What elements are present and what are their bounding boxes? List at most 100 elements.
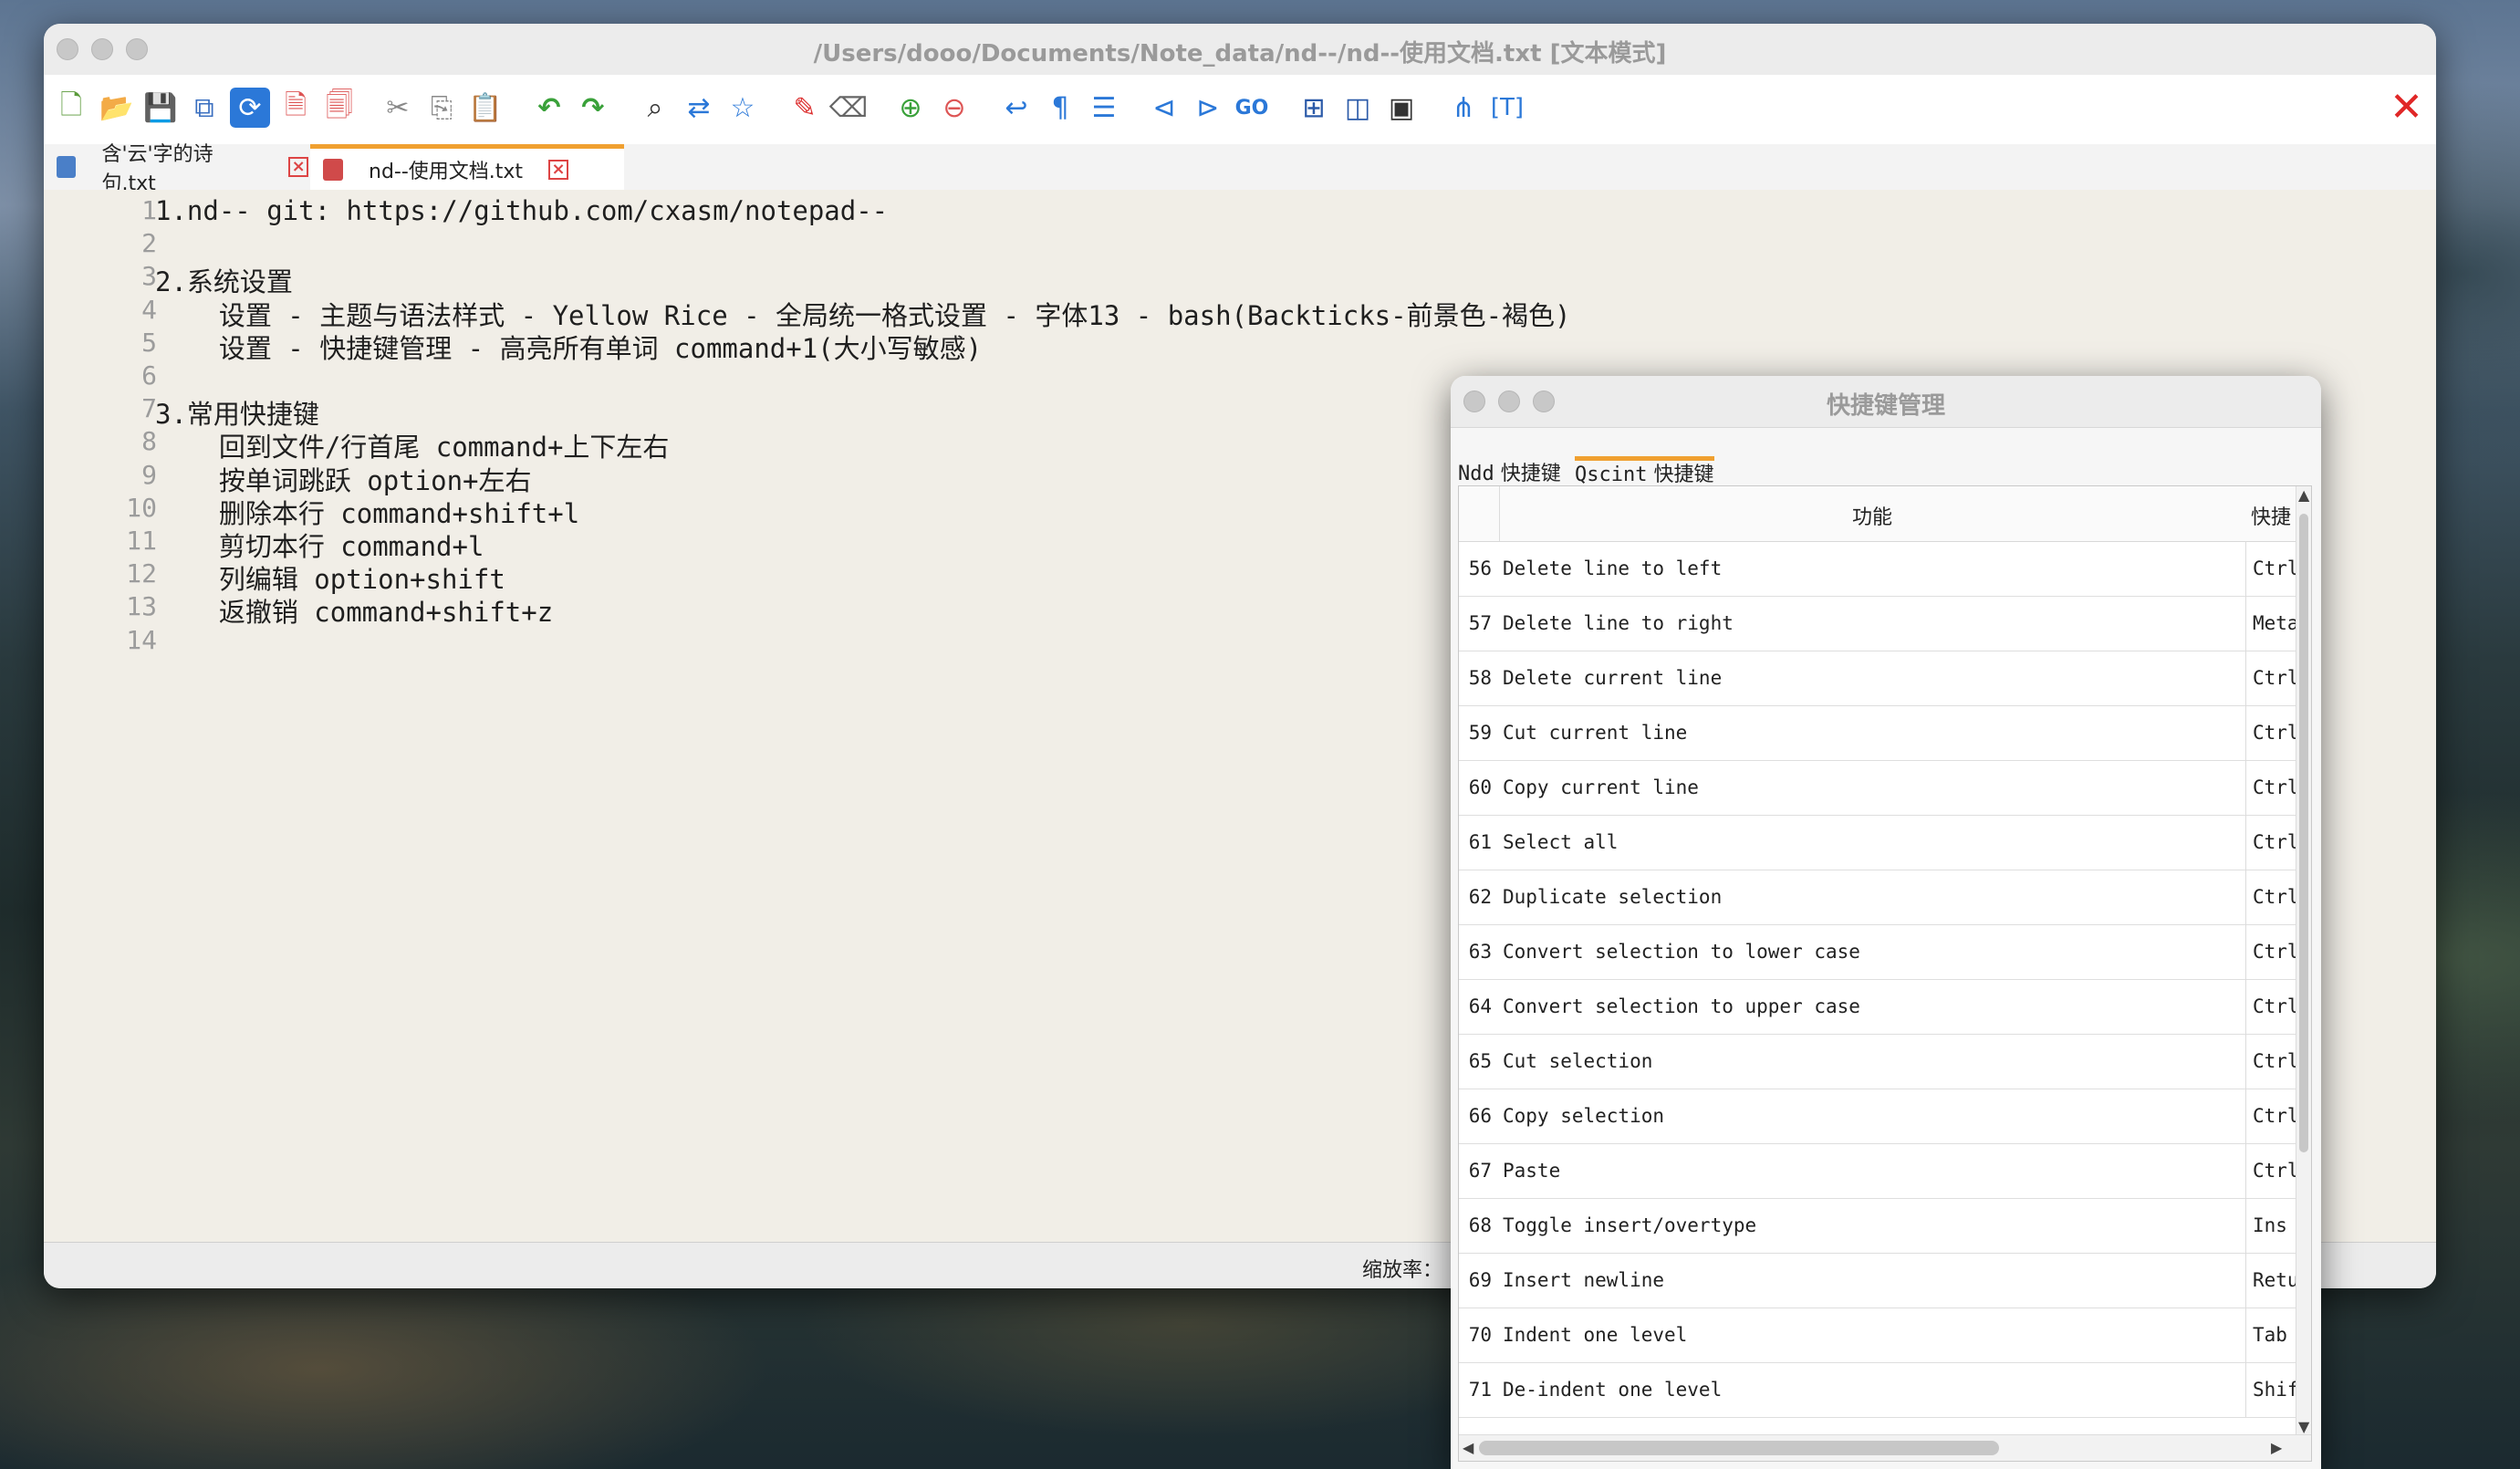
row-shortcut[interactable]: Meta+K	[2253, 612, 2298, 634]
tab-close-icon[interactable]: ×	[288, 157, 308, 177]
table-row[interactable]: 60 Copy current line Ctrl+Shift	[1459, 760, 2298, 816]
column-divider	[2245, 1308, 2246, 1362]
row-shortcut[interactable]: Ctrl+A	[2253, 831, 2298, 853]
tab-poems[interactable]: 含'云'字的诗句.txt ×	[44, 143, 308, 195]
code-line: 返撤销 command+shift+z	[155, 597, 554, 629]
table-row[interactable]: 57 Delete line to right Meta+K	[1459, 596, 2298, 651]
row-shortcut[interactable]: Shift+Tab	[2253, 1379, 2298, 1401]
column-header-function[interactable]: 功能	[1499, 501, 2245, 530]
eraser-icon[interactable]: ⌫	[828, 88, 869, 128]
close-icon[interactable]: ✕	[2390, 88, 2423, 128]
tab-bar: 含'云'字的诗句.txt × nd--使用文档.txt ×	[44, 143, 2436, 195]
table-row[interactable]: 71 De-indent one level Shift+Tab	[1459, 1362, 2298, 1418]
horizontal-scrollbar[interactable]: ◀ ▶	[1459, 1434, 2311, 1461]
column-divider	[2245, 760, 2246, 815]
column-divider	[2245, 815, 2246, 870]
toolbar: 🗋 📂 💾 ⧉ ⟳ 🗎 🗐 ✂ ⎘ 📋 ↶ ↷ ⌕ ⇄ ☆ ✎ ⌫ ⊕ ⊖ ↩ …	[44, 75, 2436, 144]
line-number: 10	[126, 492, 157, 523]
close-file-icon[interactable]: 🗎	[276, 88, 316, 128]
line-number: 1	[141, 195, 157, 225]
close-all-icon[interactable]: 🗐	[319, 88, 359, 128]
table-row[interactable]: 56 Delete line to left Ctrl+Shift	[1459, 541, 2298, 597]
row-shortcut[interactable]: Tab	[2253, 1324, 2298, 1346]
row-shortcut[interactable]: Ctrl+U	[2253, 941, 2298, 963]
open-folder-icon[interactable]: 📂	[97, 88, 137, 128]
undo-icon[interactable]: ↶	[529, 88, 569, 128]
column-header-shortcut[interactable]: 快捷	[2245, 501, 2302, 530]
word-wrap-icon[interactable]: ↩	[996, 88, 1036, 128]
table-row[interactable]: 61 Select all Ctrl+A	[1459, 815, 2298, 870]
tab-ndd-shortcuts[interactable]: Ndd 快捷键	[1458, 456, 1561, 489]
column-divider	[2245, 596, 2246, 651]
bookmark-icon[interactable]: ☆	[723, 88, 763, 128]
table-row[interactable]: 67 Paste Ctrl+V	[1459, 1143, 2298, 1199]
table-row[interactable]: 70 Indent one level Tab	[1459, 1308, 2298, 1363]
goto-icon[interactable]: GO	[1232, 88, 1272, 128]
tab-close-icon[interactable]: ×	[548, 159, 569, 180]
horizontal-scroll-thumb[interactable]	[1479, 1441, 1999, 1455]
indent-guide-icon[interactable]: ☰	[1084, 88, 1124, 128]
pilcrow-icon[interactable]: ¶	[1040, 88, 1080, 128]
code-line: 设置 - 快捷键管理 - 高亮所有单词 command+1(大小写敏感)	[155, 332, 983, 364]
code-line: 1.nd-- git: https://github.com/cxasm/not…	[155, 195, 889, 226]
save-all-icon[interactable]: ⧉	[184, 88, 224, 128]
table-row[interactable]: 58 Delete current line Ctrl+Shift	[1459, 651, 2298, 706]
row-shortcut[interactable]: Ctrl+C	[2253, 1105, 2298, 1127]
next-icon[interactable]: ⊳	[1188, 88, 1228, 128]
row-shortcut[interactable]: Return	[2253, 1269, 2298, 1291]
row-shortcut[interactable]: Ctrl+Shift	[2253, 776, 2298, 798]
row-function: Paste	[1503, 1160, 1561, 1182]
table-row[interactable]: 62 Duplicate selection Ctrl+D	[1459, 870, 2298, 925]
row-shortcut[interactable]: Ctrl+L	[2253, 722, 2298, 744]
shortcut-table: 功能 快捷 56 Delete line to left Ctrl+Shift 57 D…	[1458, 485, 2312, 1462]
column-divider	[2245, 1034, 2246, 1089]
find-icon[interactable]: ⌕	[635, 88, 675, 128]
row-shortcut[interactable]: Ctrl+Shift	[2253, 667, 2298, 689]
table-row[interactable]: 65 Cut selection Ctrl+X	[1459, 1034, 2298, 1089]
line-number: 13	[126, 591, 157, 622]
table-row[interactable]: 63 Convert selection to lower case Ctrl+U	[1459, 924, 2298, 980]
tree-icon[interactable]: ⋔	[1443, 88, 1484, 128]
scroll-up-icon[interactable]: ▲	[2298, 486, 2309, 504]
zoom-in-icon[interactable]: ⊕	[890, 88, 931, 128]
row-shortcut[interactable]: Ctrl+V	[2253, 1160, 2298, 1182]
new-file-icon[interactable]: 🗋	[51, 88, 91, 128]
line-number: 5	[141, 327, 157, 358]
vertical-scrollbar[interactable]: ▲ ▼	[2296, 486, 2311, 1435]
scroll-down-icon[interactable]: ▼	[2298, 1418, 2309, 1435]
table-row[interactable]: 59 Cut current line Ctrl+L	[1459, 705, 2298, 761]
bin-view-icon[interactable]: ▣	[1381, 88, 1421, 128]
row-shortcut[interactable]: Ctrl+Shift	[2253, 995, 2298, 1017]
auto-save-icon[interactable]: ⟳	[230, 88, 270, 128]
redo-icon[interactable]: ↷	[573, 88, 613, 128]
column-divider	[2245, 1143, 2246, 1198]
table-row[interactable]: 64 Convert selection to upper case Ctrl+Sh…	[1459, 979, 2298, 1035]
row-number: 63	[1468, 941, 1492, 963]
table-row[interactable]: 68 Toggle insert/overtype Ins	[1459, 1198, 2298, 1254]
scroll-right-icon[interactable]: ▶	[2271, 1439, 2282, 1456]
compare-file-icon[interactable]: ◫	[1338, 88, 1378, 128]
vertical-scroll-thumb[interactable]	[2299, 514, 2308, 1152]
row-function: Copy selection	[1503, 1105, 1665, 1127]
row-number: 59	[1468, 722, 1492, 744]
copy-icon[interactable]: ⎘	[422, 88, 462, 128]
row-shortcut[interactable]: Ctrl+Shift	[2253, 557, 2298, 579]
row-shortcut[interactable]: Ctrl+D	[2253, 886, 2298, 908]
scroll-left-icon[interactable]: ◀	[1463, 1439, 1473, 1456]
tab-nd-doc[interactable]: nd--使用文档.txt ×	[310, 144, 624, 190]
row-shortcut[interactable]: Ctrl+X	[2253, 1050, 2298, 1072]
text-icon[interactable]: [T]	[1487, 88, 1527, 128]
table-row[interactable]: 66 Copy selection Ctrl+C	[1459, 1089, 2298, 1144]
table-header: 功能 快捷	[1459, 486, 2298, 542]
marker-icon[interactable]: ✎	[785, 88, 825, 128]
paste-icon[interactable]: 📋	[465, 88, 505, 128]
compare-dir-icon[interactable]: ⊞	[1294, 88, 1334, 128]
prev-icon[interactable]: ⊲	[1144, 88, 1184, 128]
column-divider	[2245, 1198, 2246, 1253]
cut-icon[interactable]: ✂	[378, 88, 418, 128]
zoom-out-icon[interactable]: ⊖	[934, 88, 974, 128]
save-icon[interactable]: 💾	[141, 88, 181, 128]
replace-icon[interactable]: ⇄	[679, 88, 719, 128]
row-shortcut[interactable]: Ins	[2253, 1214, 2298, 1236]
table-row[interactable]: 69 Insert newline Return	[1459, 1253, 2298, 1308]
